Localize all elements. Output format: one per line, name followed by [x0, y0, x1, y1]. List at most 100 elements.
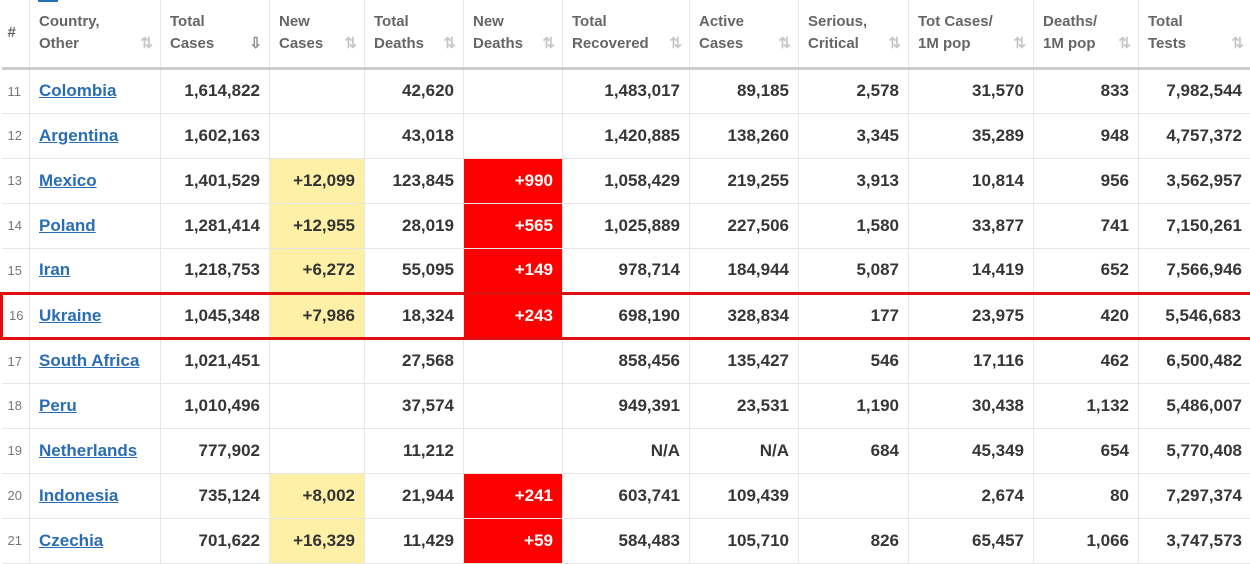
- cell-serious: 3,345: [799, 113, 909, 158]
- cell-active-cases: 219,255: [690, 158, 799, 203]
- sort-icon[interactable]: ⇅: [669, 33, 680, 55]
- cell-total-recovered: 1,420,885: [563, 113, 690, 158]
- cell-new-deaths: [464, 383, 563, 428]
- cell-total-deaths: 18,324: [365, 293, 464, 338]
- cell-new-deaths: [464, 428, 563, 473]
- column-header-label: Active Cases: [699, 11, 789, 55]
- cell-total-tests: 7,566,946: [1139, 248, 1250, 293]
- column-header-country[interactable]: Country, Other⇅: [30, 0, 161, 68]
- cell-new-cases: +12,955: [270, 203, 365, 248]
- column-header-deaths-per-m[interactable]: Deaths/ 1M pop⇅: [1034, 0, 1139, 68]
- sort-icon[interactable]: ⇅: [778, 33, 789, 55]
- cell-new-deaths: +565: [464, 203, 563, 248]
- country-link[interactable]: Mexico: [39, 171, 97, 190]
- cell-country: Indonesia: [30, 473, 161, 518]
- table-header: #Country, Other⇅Total Cases⇩New Cases⇅To…: [2, 0, 1250, 68]
- column-header-new-deaths[interactable]: New Deaths⇅: [464, 0, 563, 68]
- country-link[interactable]: Netherlands: [39, 441, 137, 460]
- cell-cases-per-m: 33,877: [909, 203, 1034, 248]
- column-header-total-tests[interactable]: Total Tests⇅: [1139, 0, 1250, 68]
- column-header-serious[interactable]: Serious, Critical⇅: [799, 0, 909, 68]
- cell-total-cases: 1,401,529: [161, 158, 270, 203]
- column-header-label: New Deaths: [473, 11, 553, 55]
- cell-total-tests: 7,297,374: [1139, 473, 1250, 518]
- table-row: 11Colombia1,614,82242,6201,483,01789,185…: [2, 68, 1250, 113]
- cell-new-deaths: +241: [464, 473, 563, 518]
- cell-total-recovered: 858,456: [563, 338, 690, 383]
- country-link[interactable]: Ukraine: [39, 306, 101, 325]
- cell-total-recovered: 603,741: [563, 473, 690, 518]
- cell-idx: 12: [2, 113, 30, 158]
- cell-country: Ukraine: [30, 293, 161, 338]
- cell-cases-per-m: 31,570: [909, 68, 1034, 113]
- cell-total-deaths: 11,429: [365, 518, 464, 563]
- cell-deaths-per-m: 956: [1034, 158, 1139, 203]
- cell-new-deaths: +149: [464, 248, 563, 293]
- cell-deaths-per-m: 948: [1034, 113, 1139, 158]
- sort-icon[interactable]: ⇅: [344, 33, 355, 55]
- cell-total-cases: 1,602,163: [161, 113, 270, 158]
- cell-deaths-per-m: 1,132: [1034, 383, 1139, 428]
- covid-stats-table: #Country, Other⇅Total Cases⇩New Cases⇅To…: [0, 0, 1250, 564]
- cell-idx: 11: [2, 68, 30, 113]
- column-header-new-cases[interactable]: New Cases⇅: [270, 0, 365, 68]
- country-link[interactable]: Indonesia: [39, 486, 118, 505]
- cell-country: Poland: [30, 203, 161, 248]
- cell-total-recovered: 978,714: [563, 248, 690, 293]
- cell-total-recovered: 949,391: [563, 383, 690, 428]
- country-link[interactable]: Peru: [39, 396, 77, 415]
- cell-serious: 684: [799, 428, 909, 473]
- column-header-cases-per-m[interactable]: Tot Cases/ 1M pop⇅: [909, 0, 1034, 68]
- cell-active-cases: 328,834: [690, 293, 799, 338]
- cell-total-recovered: 584,483: [563, 518, 690, 563]
- sort-icon[interactable]: ⇅: [1118, 33, 1129, 55]
- column-header-label: Total Deaths: [374, 11, 454, 55]
- cell-active-cases: 23,531: [690, 383, 799, 428]
- sort-icon[interactable]: ⇅: [1231, 33, 1242, 55]
- cell-total-recovered: N/A: [563, 428, 690, 473]
- cell-idx: 15: [2, 248, 30, 293]
- column-header-total-cases[interactable]: Total Cases⇩: [161, 0, 270, 68]
- table-row: 20Indonesia735,124+8,00221,944+241603,74…: [2, 473, 1250, 518]
- cell-idx: 17: [2, 338, 30, 383]
- country-link[interactable]: Iran: [39, 260, 70, 279]
- country-link[interactable]: Colombia: [39, 81, 116, 100]
- cell-new-cases: +16,329: [270, 518, 365, 563]
- sort-icon[interactable]: ⇅: [1013, 33, 1024, 55]
- cell-country: Mexico: [30, 158, 161, 203]
- cell-total-deaths: 43,018: [365, 113, 464, 158]
- cell-total-tests: 5,546,683: [1139, 293, 1250, 338]
- sort-icon[interactable]: ⇅: [888, 33, 899, 55]
- cell-new-cases: +12,099: [270, 158, 365, 203]
- table-row: 19Netherlands777,90211,212N/AN/A68445,34…: [2, 428, 1250, 473]
- cell-idx: 21: [2, 518, 30, 563]
- country-link[interactable]: Poland: [39, 216, 96, 235]
- cell-active-cases: 109,439: [690, 473, 799, 518]
- cell-active-cases: 138,260: [690, 113, 799, 158]
- country-link[interactable]: Argentina: [39, 126, 118, 145]
- cell-serious: 1,580: [799, 203, 909, 248]
- cell-country: Czechia: [30, 518, 161, 563]
- sort-icon[interactable]: ⇅: [443, 33, 454, 55]
- cell-total-cases: 1,218,753: [161, 248, 270, 293]
- cell-serious: 826: [799, 518, 909, 563]
- sort-icon[interactable]: ⇅: [542, 33, 553, 55]
- country-link[interactable]: South Africa: [39, 351, 139, 370]
- cell-idx: 13: [2, 158, 30, 203]
- column-header-active-cases[interactable]: Active Cases⇅: [690, 0, 799, 68]
- table-body: 11Colombia1,614,82242,6201,483,01789,185…: [2, 68, 1250, 563]
- sort-desc-icon[interactable]: ⇩: [249, 33, 260, 55]
- column-header-total-deaths[interactable]: Total Deaths⇅: [365, 0, 464, 68]
- cell-total-deaths: 27,568: [365, 338, 464, 383]
- sort-icon[interactable]: ⇅: [140, 33, 151, 55]
- cell-new-cases: +6,272: [270, 248, 365, 293]
- table-row: 21Czechia701,622+16,32911,429+59584,4831…: [2, 518, 1250, 563]
- column-header-total-recovered[interactable]: Total Recovered⇅: [563, 0, 690, 68]
- country-link[interactable]: Czechia: [39, 531, 103, 550]
- column-header-label: #: [8, 22, 30, 44]
- cell-serious: 3,913: [799, 158, 909, 203]
- cell-deaths-per-m: 833: [1034, 68, 1139, 113]
- cell-total-cases: 1,614,822: [161, 68, 270, 113]
- cell-total-tests: 3,747,573: [1139, 518, 1250, 563]
- column-header-label: Country, Other: [39, 11, 151, 55]
